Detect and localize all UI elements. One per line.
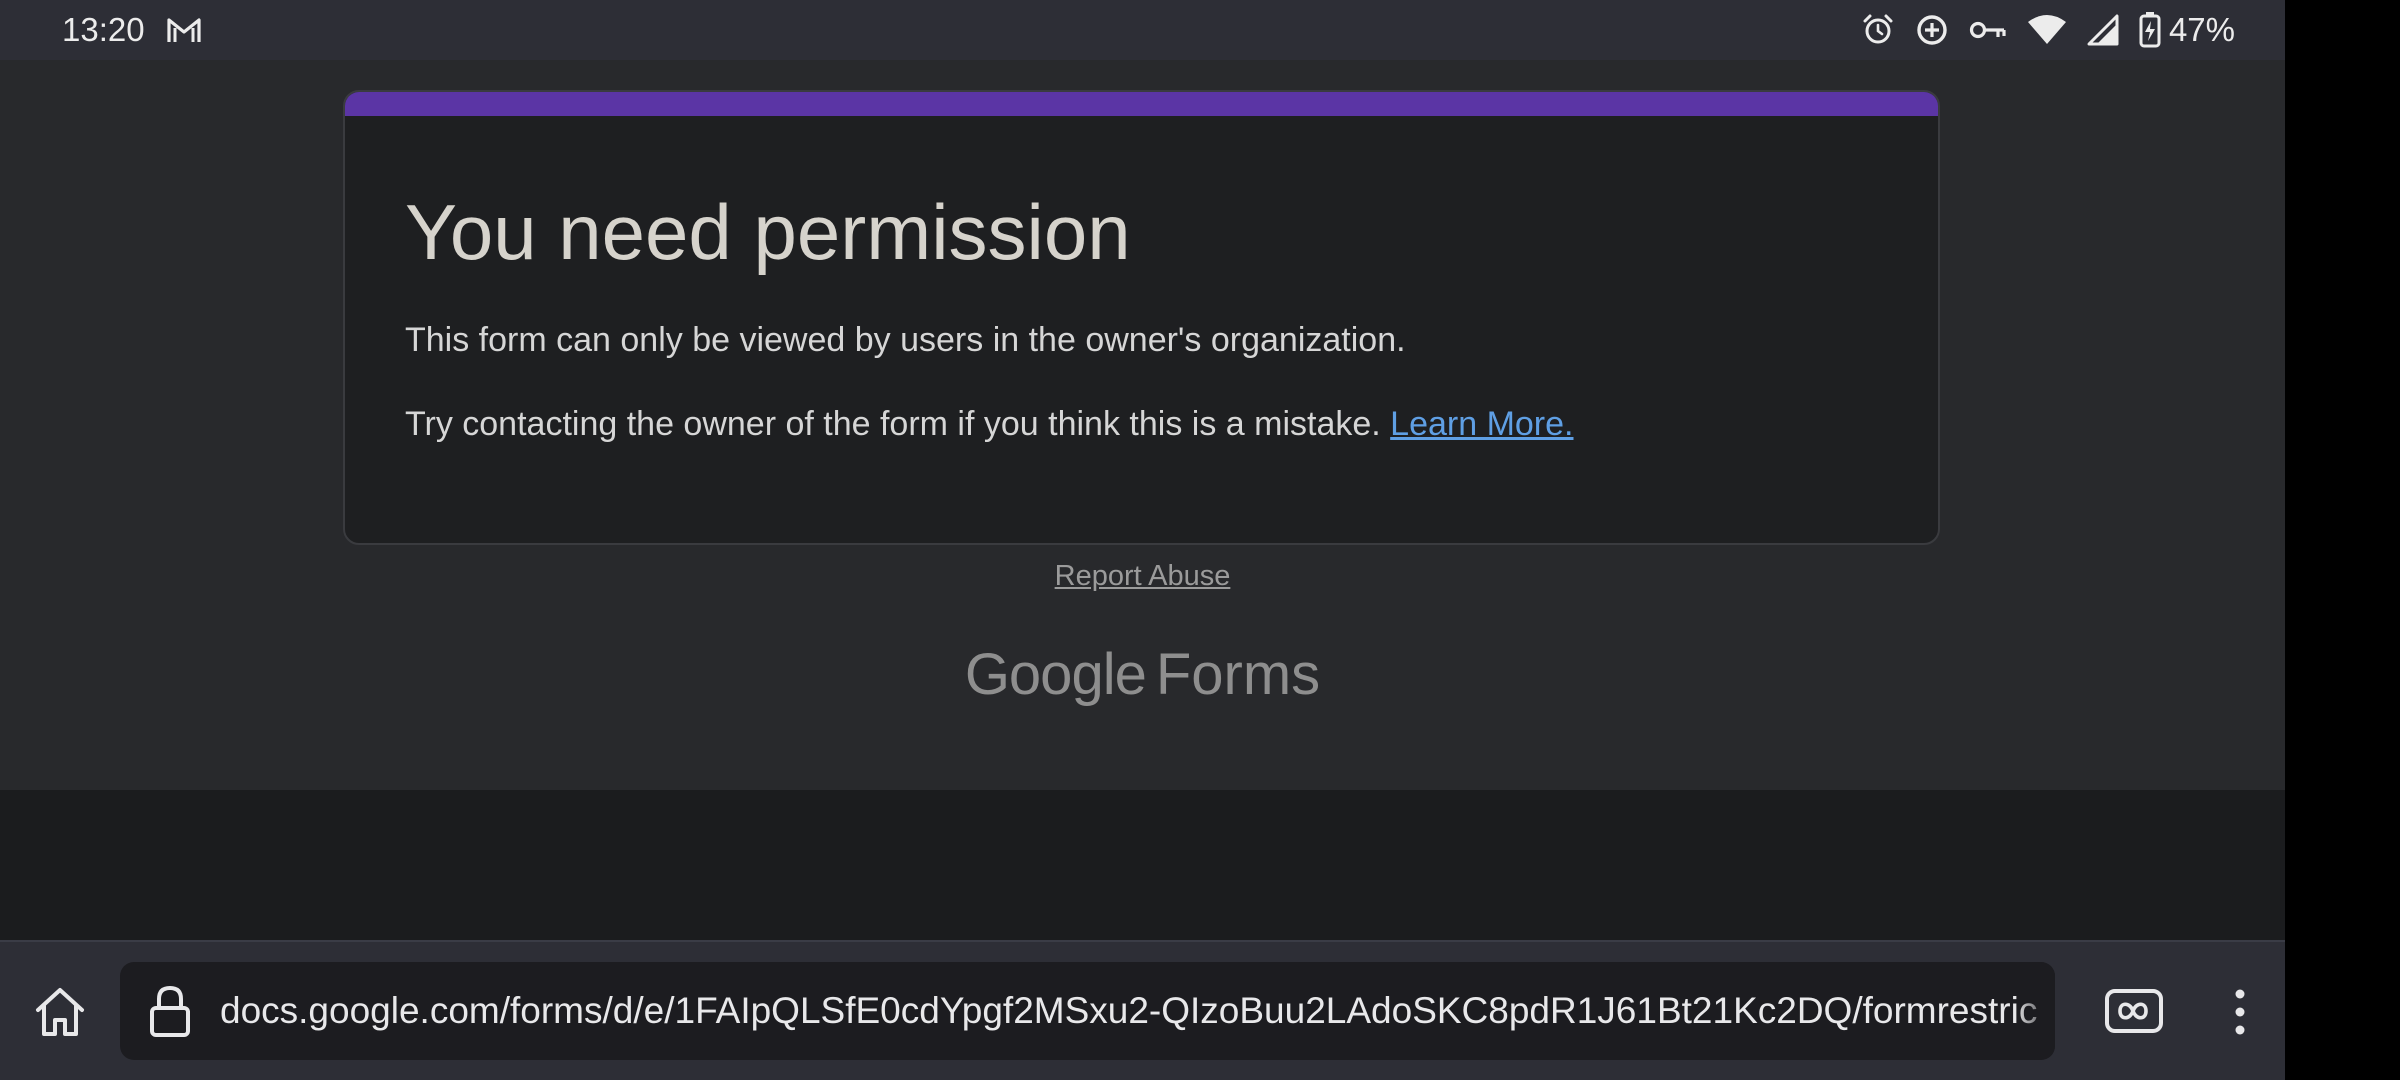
card-accent-bar	[345, 92, 1938, 116]
restriction-message: This form can only be viewed by users in…	[405, 321, 1406, 359]
vpn-key-icon	[1969, 21, 2006, 39]
report-abuse-label: Report Abuse	[1054, 560, 1231, 592]
more-vert-icon	[2235, 989, 2245, 1035]
alarm-icon	[1863, 14, 1893, 44]
gmail-icon	[167, 18, 201, 42]
wifi-icon	[2027, 15, 2066, 44]
contact-owner-hint: Try contacting the owner of the form if …	[405, 404, 1574, 444]
google-forms-logo: Google Forms	[0, 640, 2285, 710]
home-icon	[36, 988, 84, 1036]
lock-icon[interactable]	[146, 984, 194, 1038]
page-content: You need permission This form can only b…	[0, 60, 2285, 790]
screen: 13:20 47% You need permission This form …	[0, 0, 2400, 1080]
empty-area	[0, 790, 2285, 940]
cell-signal-icon	[2087, 14, 2119, 46]
url-fade	[2015, 962, 2055, 1060]
data-saver-icon	[1917, 15, 1947, 45]
status-time: 13:20	[62, 11, 145, 48]
status-icons: 47%	[1861, 10, 2235, 50]
more-options-button[interactable]	[2216, 980, 2264, 1044]
url-text[interactable]: docs.google.com/forms/d/e/1FAIpQLSfE0cdY…	[220, 962, 2055, 1060]
report-abuse-link[interactable]: Report Abuse	[0, 558, 2285, 594]
home-button[interactable]	[30, 982, 90, 1042]
learn-more-link[interactable]: Learn More.	[1390, 405, 1573, 443]
battery-charging-icon	[2139, 12, 2161, 48]
battery-percentage: 47%	[2168, 11, 2235, 48]
logo-forms-text: Forms	[1155, 642, 1321, 707]
logo-google-text: Google	[964, 642, 1147, 707]
device-screen: 13:20 47% You need permission This form …	[0, 0, 2285, 1080]
address-bar[interactable]: docs.google.com/forms/d/e/1FAIpQLSfE0cdY…	[120, 962, 2055, 1060]
browser-toolbar: docs.google.com/forms/d/e/1FAIpQLSfE0cdY…	[0, 940, 2285, 1080]
status-bar: 13:20 47%	[0, 0, 2285, 60]
tabs-icon[interactable]	[2104, 988, 2164, 1034]
contact-owner-text: Try contacting the owner of the form if …	[405, 405, 1381, 443]
permission-card: You need permission This form can only b…	[343, 90, 1940, 545]
page-title: You need permission	[405, 188, 1131, 276]
